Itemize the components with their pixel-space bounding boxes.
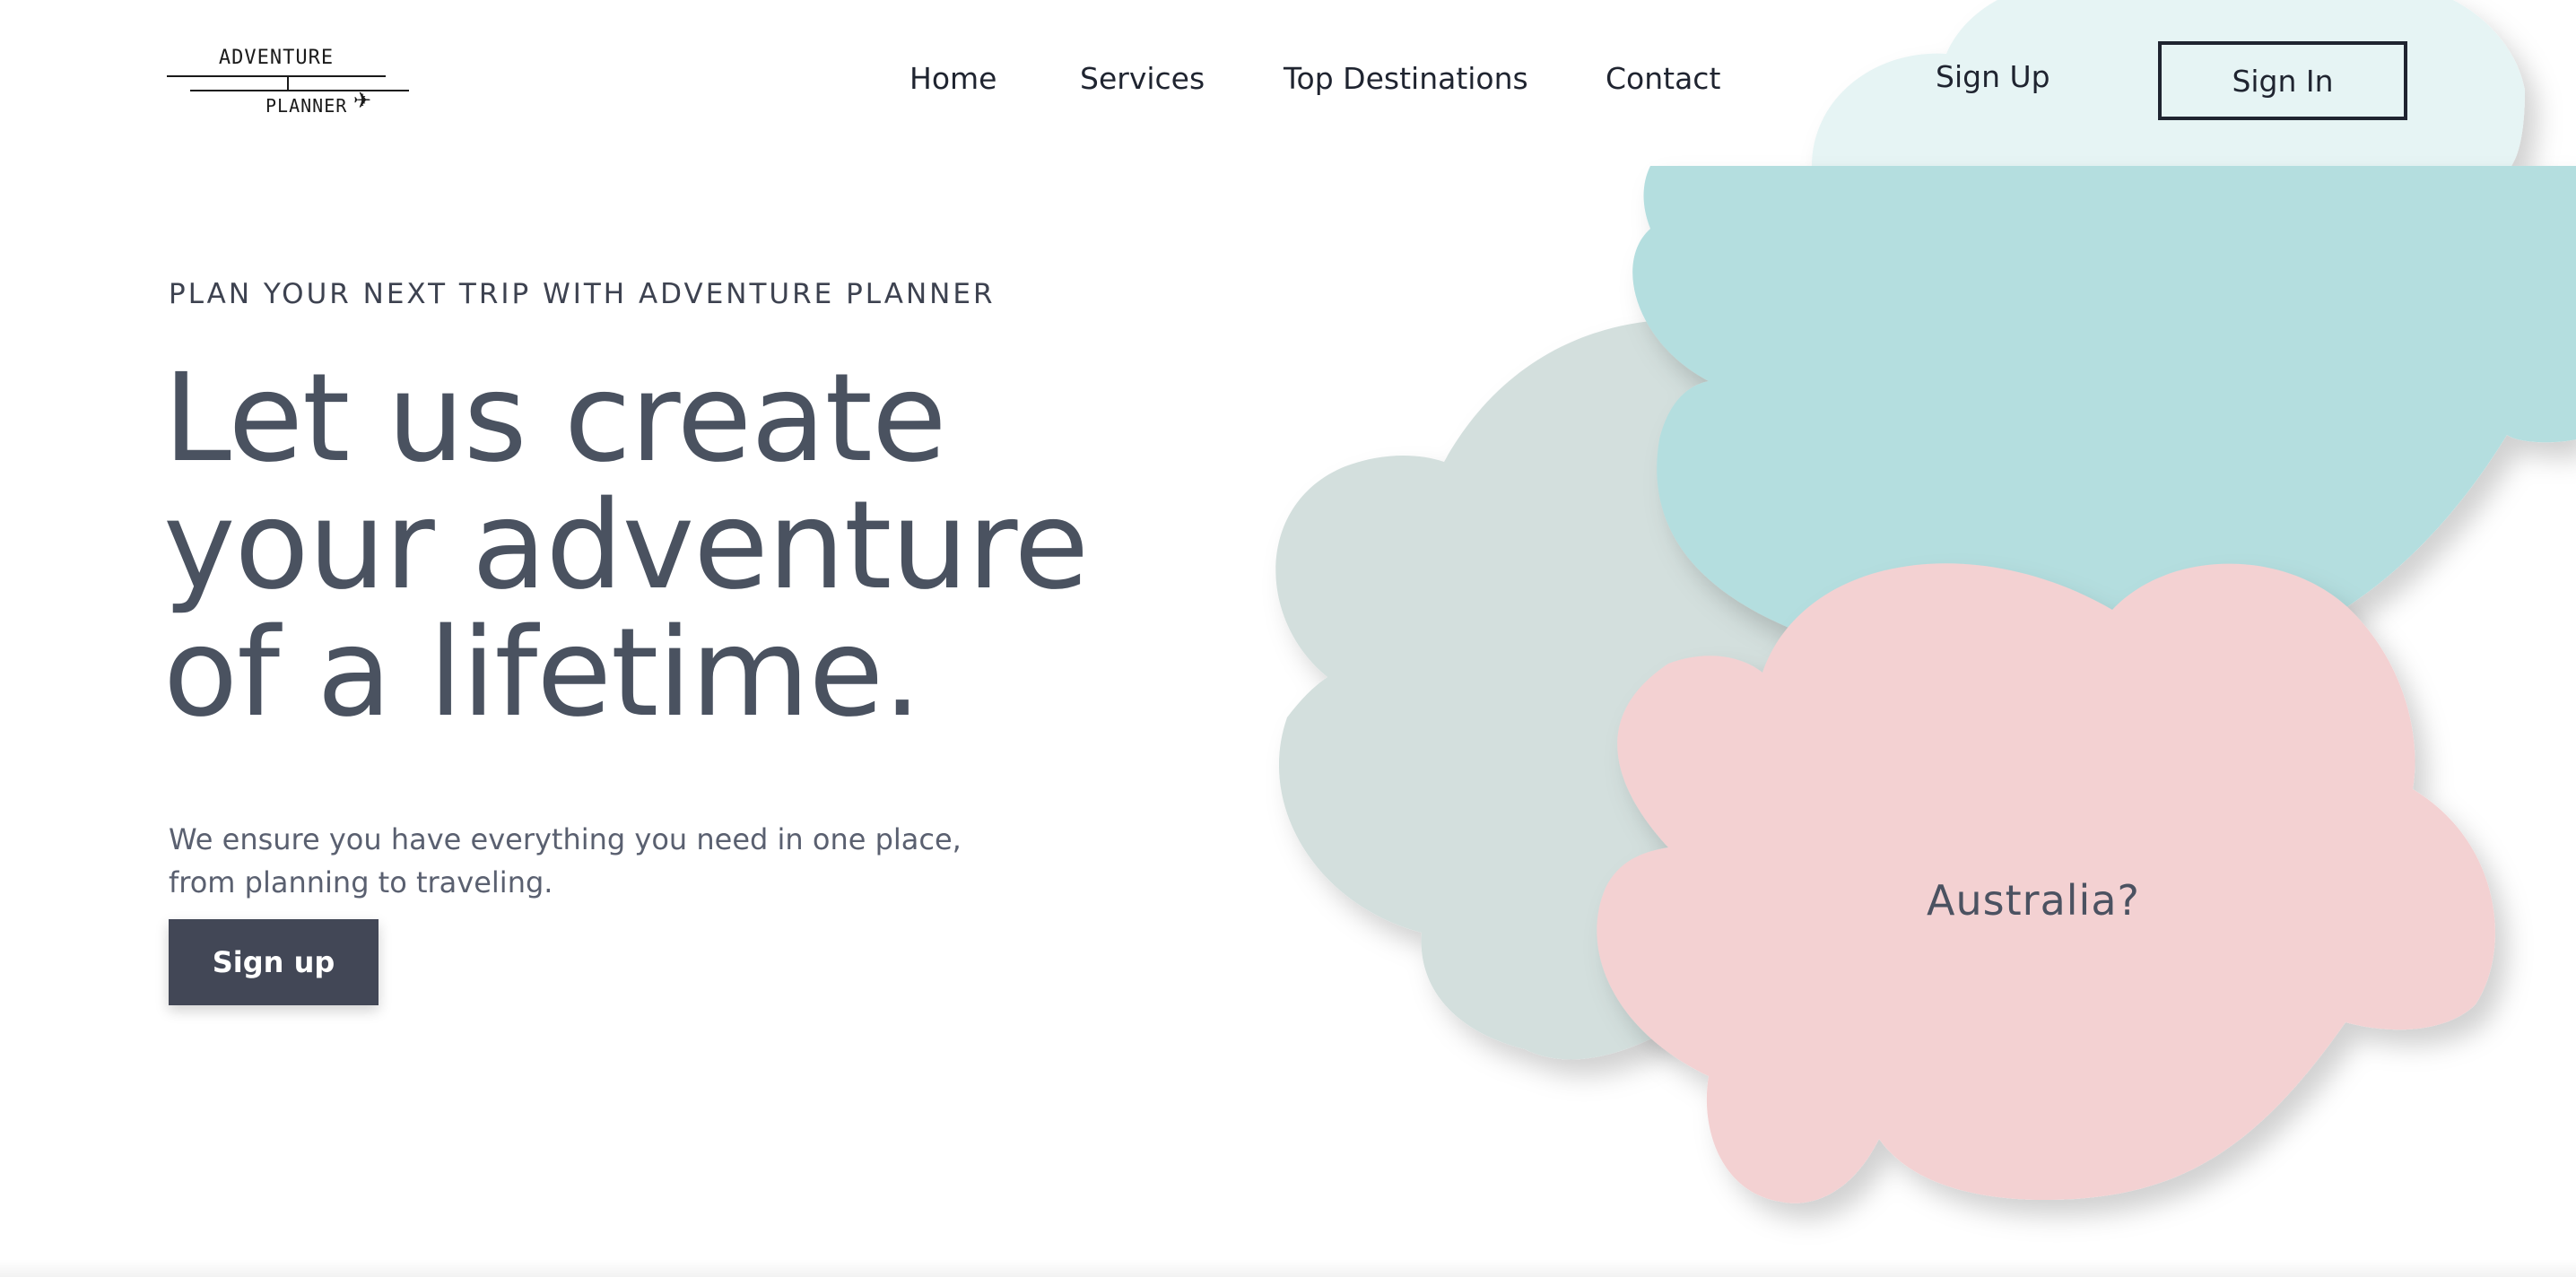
nav-link-contact[interactable]: Contact — [1606, 61, 1720, 96]
headline-line-2: your adventure — [163, 475, 1089, 617]
hero-description: We ensure you have everything you need i… — [169, 818, 1066, 904]
nav-link-top-destinations[interactable]: Top Destinations — [1284, 61, 1528, 96]
logo-text-bottom: PLANNER — [265, 95, 348, 117]
airplane-icon: ✈ — [353, 88, 372, 113]
logo-divider-tick — [287, 75, 289, 90]
logo-text-top: ADVENTURE — [218, 47, 335, 69]
logo-divider-top — [167, 75, 386, 77]
hero-headline: Let us create your adventure of a lifeti… — [163, 355, 1275, 737]
header-sign-up-link[interactable]: Sign Up — [1936, 59, 2050, 94]
landing-page: Australia? ADVENTURE PLANNER ✈ Home Serv… — [0, 0, 2576, 1277]
logo-divider-bottom — [190, 90, 409, 91]
bottom-edge-shadow — [0, 1259, 2576, 1277]
headline-line-3: of a lifetime. — [163, 603, 922, 744]
sign-in-button[interactable]: Sign In — [2158, 41, 2407, 120]
brand-logo[interactable]: ADVENTURE PLANNER ✈ — [167, 39, 411, 120]
description-line-2: from planning to traveling. — [169, 865, 553, 899]
cloud-teal — [1632, 166, 2576, 646]
hero-sign-up-button[interactable]: Sign up — [169, 919, 379, 1005]
description-line-1: We ensure you have everything you need i… — [169, 822, 962, 856]
nav-link-home[interactable]: Home — [909, 61, 996, 96]
destination-label: Australia? — [1927, 876, 2140, 925]
headline-line-1: Let us create — [163, 348, 947, 490]
nav-link-services[interactable]: Services — [1080, 61, 1205, 96]
hero-eyebrow: PLAN YOUR NEXT TRIP WITH ADVENTURE PLANN… — [169, 278, 996, 310]
